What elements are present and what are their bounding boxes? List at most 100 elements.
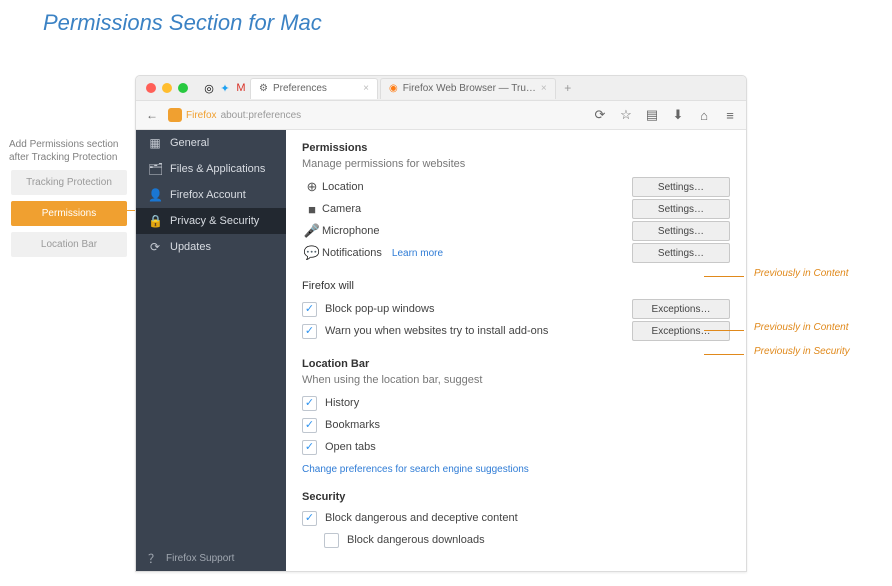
deceptive-checkbox[interactable]: ✓ (302, 511, 317, 526)
annotation-pill-location: Location Bar (11, 232, 127, 257)
popups-exceptions-button[interactable]: Exceptions… (632, 299, 730, 319)
tab-title: Firefox Web Browser — Tru… (403, 83, 536, 94)
zoom-light[interactable] (178, 83, 188, 93)
bookmarks-checkbox[interactable]: ✓ (302, 418, 317, 433)
popup-checkbox[interactable]: ✓ (302, 302, 317, 317)
microphone-settings-button[interactable]: Settings… (632, 221, 730, 241)
sec-label: Block dangerous and deceptive content (325, 512, 518, 524)
nav-toolbar: ← Firefox about:preferences ⟳ ☆ ▤ ⬇ ⌂ ≡ (136, 101, 746, 130)
browser-window: ◎ ✦ M ⚙ Preferences × ◉ Firefox Web Brow… (135, 75, 747, 572)
perm-label: Microphone (322, 225, 379, 237)
preferences-content: Permissions Manage permissions for websi… (286, 130, 746, 572)
lb-row-bookmarks: ✓ Bookmarks (302, 414, 730, 436)
sidebar-footer-support[interactable]: ？ Firefox Support (136, 543, 286, 572)
close-light[interactable] (146, 83, 156, 93)
search-suggestions-link-line: Change preferences for search engine sug… (302, 464, 730, 475)
updates-icon: ⟳ (148, 240, 162, 254)
sidebar-label: General (170, 137, 209, 149)
sidebar-item-account[interactable]: 👤 Firefox Account (136, 182, 286, 208)
url-bar[interactable]: Firefox about:preferences (168, 108, 301, 122)
camera-settings-button[interactable]: Settings… (632, 199, 730, 219)
annotation-pill-permissions: Permissions (11, 201, 127, 226)
sec-label: Block dangerous downloads (347, 534, 485, 546)
sidebar-label: Firefox Account (170, 189, 246, 201)
pinned-icon-1[interactable]: ◎ (202, 81, 216, 95)
sec-row-downloads: Block dangerous downloads (324, 529, 730, 551)
tab-firefox-site[interactable]: ◉ Firefox Web Browser — Tru… × (380, 78, 556, 99)
brand-label: Firefox (186, 110, 217, 121)
general-icon: ▦ (148, 136, 162, 150)
library-icon[interactable]: ▤ (642, 105, 662, 125)
tab-preferences[interactable]: ⚙ Preferences × (250, 78, 378, 99)
location-icon: ⊕ (302, 179, 322, 195)
gear-icon: ⚙ (259, 83, 268, 94)
sidebar-label: Updates (170, 241, 211, 253)
left-annotation-note: Add Permissions section after Tracking P… (5, 138, 133, 164)
perm-row-location: ⊕ Location Settings… (302, 176, 730, 198)
learn-more-link[interactable]: Learn more (392, 248, 443, 259)
addons-warn-checkbox[interactable]: ✓ (302, 324, 317, 339)
tab-close-icon[interactable]: × (541, 83, 547, 94)
firefox-icon: ◉ (389, 83, 398, 94)
tab-close-icon[interactable]: × (363, 83, 369, 94)
perm-row-microphone: 🎤 Microphone Settings… (302, 220, 730, 242)
page-title: Permissions Section for Mac (43, 10, 322, 36)
right-annotation-3: Previously in Security (754, 346, 850, 357)
lock-icon: 🔒 (148, 214, 162, 228)
fw-row-addons: ✓ Warn you when websites try to install … (302, 320, 730, 342)
fw-label: Block pop-up windows (325, 303, 434, 315)
home-icon[interactable]: ⌂ (694, 105, 714, 125)
lb-label: Open tabs (325, 441, 376, 453)
sidebar-item-files[interactable]: 🗂 Files & Applications (136, 156, 286, 182)
perm-label: Camera (322, 203, 361, 215)
window-body: ▦ General 🗂 Files & Applications 👤 Firef… (136, 130, 746, 572)
right-annotation-1: Previously in Content (754, 268, 849, 279)
opentabs-checkbox[interactable]: ✓ (302, 440, 317, 455)
sidebar-item-privacy[interactable]: 🔒 Privacy & Security (136, 208, 286, 234)
sidebar-item-general[interactable]: ▦ General (136, 130, 286, 156)
sec-row-deceptive: ✓ Block dangerous and deceptive content (302, 507, 730, 529)
locationbar-heading: Location Bar (302, 358, 730, 370)
titlebar: ◎ ✦ M ⚙ Preferences × ◉ Firefox Web Brow… (136, 76, 746, 101)
reload-button[interactable]: ⟳ (590, 105, 610, 125)
lb-row-history: ✓ History (302, 392, 730, 414)
pinned-icon-3[interactable]: M (234, 81, 248, 95)
url-text: about:preferences (221, 110, 302, 121)
location-settings-button[interactable]: Settings… (632, 177, 730, 197)
perm-row-camera: ■ Camera Settings… (302, 198, 730, 220)
lb-label: Bookmarks (325, 419, 380, 431)
permissions-subheading: Manage permissions for websites (302, 158, 730, 170)
new-tab-button[interactable]: + (558, 81, 578, 95)
pinned-icon-2[interactable]: ✦ (218, 81, 232, 95)
lb-row-opentabs: ✓ Open tabs (302, 436, 730, 458)
sidebar-footer-label: Firefox Support (166, 553, 234, 564)
preferences-sidebar: ▦ General 🗂 Files & Applications 👤 Firef… (136, 130, 286, 572)
permissions-heading: Permissions (302, 142, 730, 154)
locationbar-subheading: When using the location bar, suggest (302, 374, 730, 386)
left-annotation-block: Add Permissions section after Tracking P… (5, 138, 133, 263)
tab-title: Preferences (273, 83, 327, 94)
sidebar-label: Files & Applications (170, 163, 265, 175)
microphone-icon: 🎤 (302, 223, 322, 239)
fw-row-popups: ✓ Block pop-up windows Exceptions… (302, 298, 730, 320)
files-icon: 🗂 (148, 162, 162, 176)
downloads-checkbox[interactable] (324, 533, 339, 548)
notifications-settings-button[interactable]: Settings… (632, 243, 730, 263)
history-checkbox[interactable]: ✓ (302, 396, 317, 411)
back-button[interactable]: ← (142, 105, 162, 125)
downloads-icon[interactable]: ⬇ (668, 105, 688, 125)
sidebar-item-updates[interactable]: ⟳ Updates (136, 234, 286, 260)
bookmark-star-icon[interactable]: ☆ (616, 105, 636, 125)
perm-row-notifications: 💬 Notifications Learn more Settings… (302, 242, 730, 264)
account-icon: 👤 (148, 188, 162, 202)
perm-label: Location (322, 181, 364, 193)
minimize-light[interactable] (162, 83, 172, 93)
addons-exceptions-button[interactable]: Exceptions… (632, 321, 730, 341)
lb-label: History (325, 397, 359, 409)
help-icon: ？ (148, 550, 160, 567)
traffic-lights[interactable] (146, 83, 188, 93)
camera-icon: ■ (302, 202, 322, 217)
search-suggestions-link[interactable]: Change preferences for search engine sug… (302, 464, 529, 475)
hamburger-menu-icon[interactable]: ≡ (720, 105, 740, 125)
firefox-will-heading: Firefox will (302, 280, 730, 292)
